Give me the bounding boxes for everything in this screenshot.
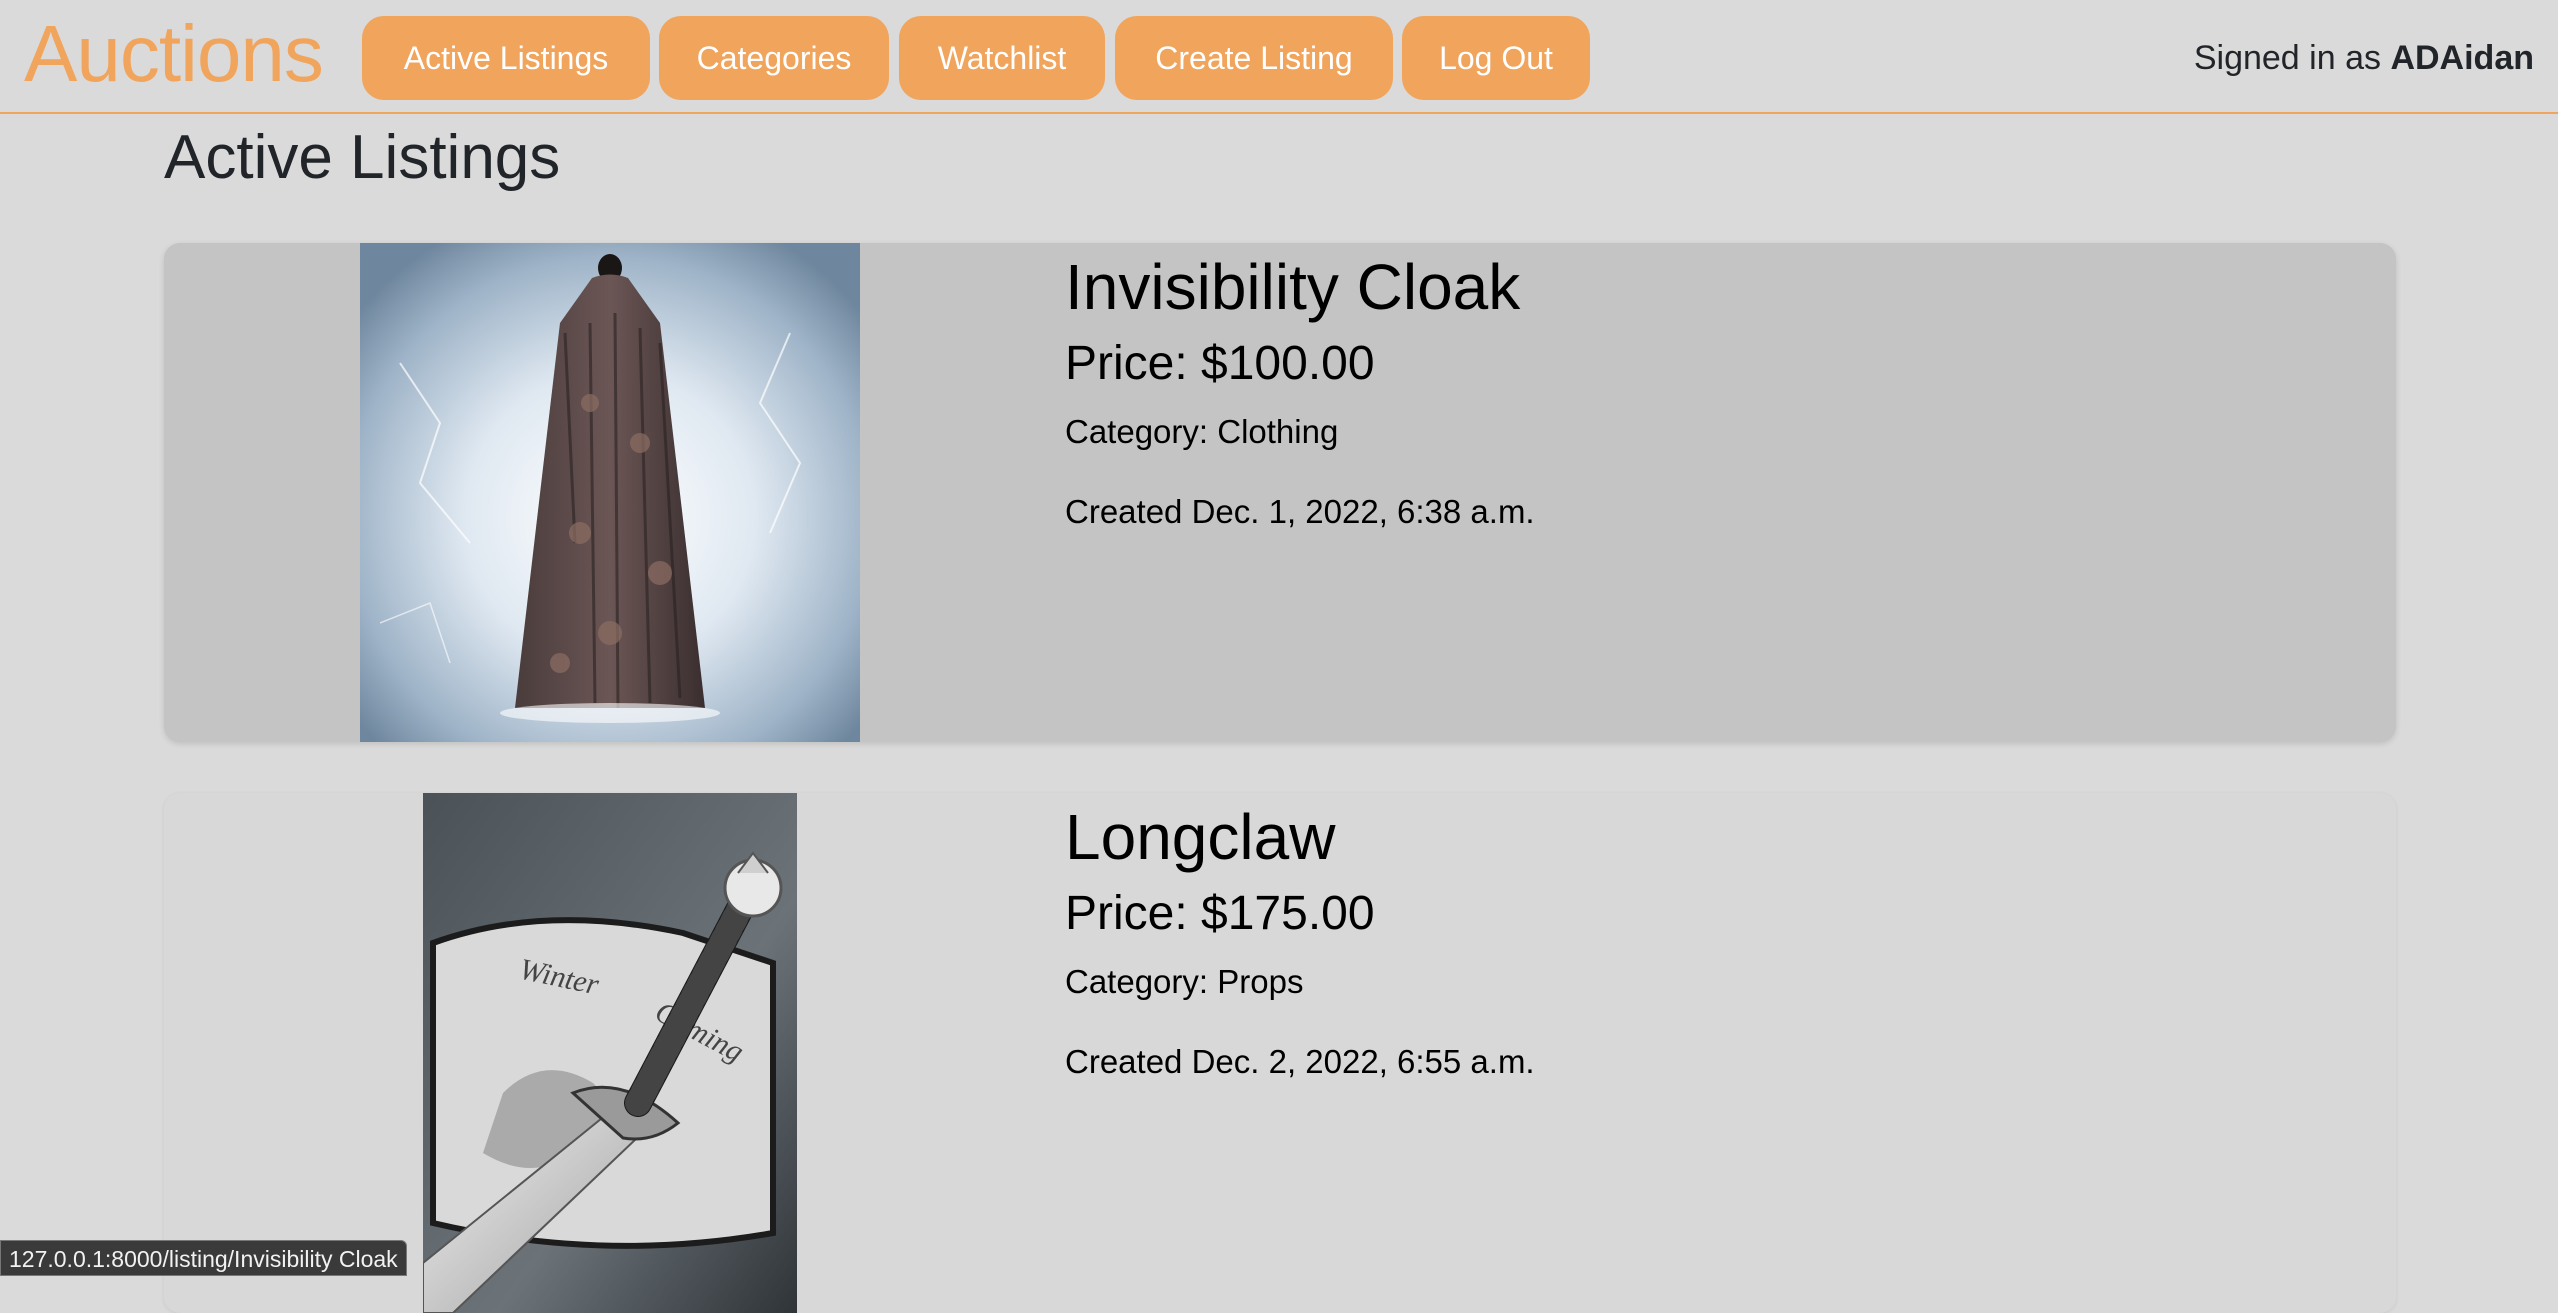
- brand-logo[interactable]: Auctions: [24, 8, 324, 100]
- cloak-image[interactable]: [360, 243, 860, 742]
- signed-in-prefix: Signed in as: [2193, 39, 2381, 77]
- link-preview-status-bar: 127.0.0.1:8000/listing/Invisibility Cloa…: [0, 1240, 407, 1276]
- signed-in-status: Signed in as ADAidan: [2194, 36, 2534, 80]
- listing-card[interactable]: Invisibility Cloak Price: $100.00 Catego…: [164, 243, 2396, 742]
- nav-active-listings-button[interactable]: Active Listings: [362, 16, 650, 100]
- listing-card[interactable]: Winter Coming Longclaw Price: $175.00 Ca…: [164, 793, 2396, 1313]
- listing-created-date: Created Dec. 1, 2022, 6:38 a.m.: [1065, 493, 1535, 530]
- listing-price: Price: $175.00: [1065, 887, 1375, 940]
- listing-category: Category: Props: [1065, 963, 1304, 1000]
- listing-created-date: Created Dec. 2, 2022, 6:55 a.m.: [1065, 1043, 1535, 1080]
- nav-log-out-button[interactable]: Log Out: [1402, 16, 1590, 100]
- nav-create-listing-button[interactable]: Create Listing: [1115, 16, 1393, 100]
- username: ADAidan: [2390, 39, 2534, 77]
- page-title: Active Listings: [164, 123, 561, 192]
- nav-categories-button[interactable]: Categories: [659, 16, 889, 100]
- listing-category: Category: Clothing: [1065, 413, 1339, 450]
- sword-image[interactable]: Winter Coming: [423, 793, 797, 1313]
- listing-price: Price: $100.00: [1065, 337, 1375, 390]
- navbar: Auctions Active Listings Categories Watc…: [0, 0, 2558, 114]
- listing-title[interactable]: Longclaw: [1065, 797, 1335, 877]
- listing-title[interactable]: Invisibility Cloak: [1065, 247, 1520, 327]
- nav-watchlist-button[interactable]: Watchlist: [899, 16, 1105, 100]
